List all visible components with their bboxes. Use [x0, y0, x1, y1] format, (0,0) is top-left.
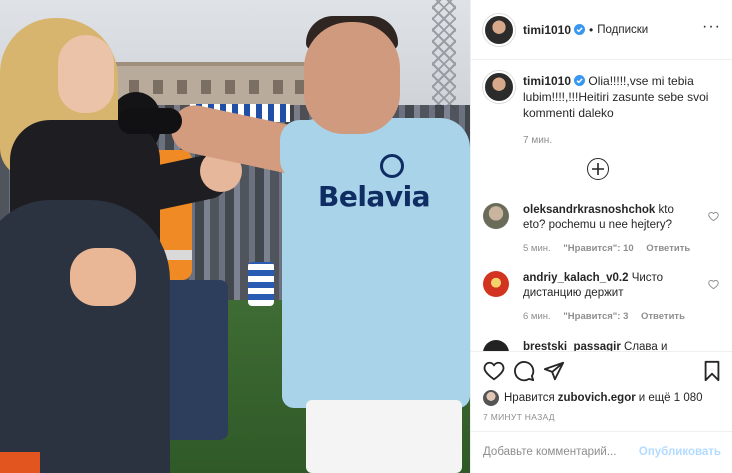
- photo-fan-scarf: [248, 262, 274, 306]
- comment-meta: 6 мин. "Нравится": 3 Ответить: [523, 311, 695, 322]
- post-actions: Нравится zubovich.egor и ещё 1 080 7 МИН…: [471, 351, 732, 431]
- comments-list[interactable]: timi1010 Olia!!!!!,vse mi tebia lubim!!!…: [471, 61, 732, 351]
- comment-text: andriy_kalach_v0.2 Чисто дистанцию держи…: [523, 271, 699, 301]
- load-more-comments-button[interactable]: [587, 158, 609, 180]
- action-icons: [483, 360, 723, 384]
- comment-likes[interactable]: "Нравится": 3: [563, 311, 628, 322]
- photo-player-head: [304, 22, 400, 134]
- photo-club-crest: [380, 154, 404, 178]
- liker-avatar[interactable]: [483, 390, 499, 406]
- commenter-avatar[interactable]: [483, 340, 509, 351]
- comment-username[interactable]: andriy_kalach_v0.2: [523, 272, 629, 284]
- comment-username[interactable]: oleksandrkrasnoshchok: [523, 204, 655, 216]
- bookmark-icon[interactable]: [701, 360, 723, 382]
- likes-count[interactable]: и ещё 1 080: [639, 392, 703, 404]
- comment-icon[interactable]: [513, 360, 535, 382]
- verified-icon: [574, 24, 586, 35]
- comment-text: oleksandrkrasnoshchok kto eto? pochemu u…: [523, 203, 699, 233]
- header-separator: •: [589, 22, 594, 37]
- following-button[interactable]: Подписки: [597, 24, 648, 36]
- post-side-panel: timi1010 • Подписки ··· timi1010 Olia!!!…: [470, 0, 732, 473]
- likes-prefix: Нравится: [504, 392, 555, 404]
- commenter-avatar[interactable]: [483, 203, 509, 229]
- photo-shirt-sponsor: Belavia: [318, 180, 431, 213]
- caption-avatar[interactable]: [483, 71, 515, 103]
- reply-button[interactable]: Ответить: [641, 311, 685, 322]
- comment-username[interactable]: brestski_passagir: [523, 341, 621, 351]
- photo-fan-fist: [70, 248, 136, 306]
- post-timestamp: 7 МИНУТ НАЗАД: [483, 412, 555, 422]
- heart-icon[interactable]: [483, 360, 505, 382]
- share-icon[interactable]: [543, 360, 565, 382]
- publish-button[interactable]: Опубликовать: [639, 446, 721, 458]
- photo-woman-face: [58, 35, 114, 113]
- comment-input[interactable]: Добавьте комментарий...: [483, 446, 616, 458]
- comment-meta: 5 мин. "Нравится": 10 Ответить: [523, 243, 700, 254]
- comment-time: 6 мин.: [523, 311, 551, 322]
- liker-username[interactable]: zubovich.egor: [558, 392, 636, 404]
- post-photo[interactable]: Belavia: [0, 0, 470, 473]
- comment-heart-icon[interactable]: [708, 279, 719, 290]
- comment-likes[interactable]: "Нравится": 10: [563, 243, 633, 254]
- photo-player-shorts: [306, 400, 462, 473]
- caption-time: 7 мин.: [523, 135, 553, 146]
- comment-text: brestski_passagir Слава и Жыве!: [523, 340, 699, 351]
- commenter-avatar[interactable]: [483, 271, 509, 297]
- author-avatar[interactable]: [483, 13, 515, 46]
- instagram-post: Belavia timi1010 • Подписки ··· timi1010…: [0, 0, 732, 473]
- photo-fan-jacket: [0, 200, 170, 473]
- plus-circle-icon: [592, 163, 604, 175]
- verified-icon: [574, 75, 586, 86]
- comment-heart-icon[interactable]: [708, 211, 719, 222]
- reply-button[interactable]: Ответить: [646, 243, 690, 254]
- likes-summary: Нравится zubovich.egor и ещё 1 080: [483, 390, 703, 406]
- more-options-icon[interactable]: ···: [702, 18, 721, 36]
- photo-glove: [118, 108, 182, 134]
- post-header: timi1010 • Подписки ···: [471, 0, 732, 60]
- photo-fan-orange: [0, 452, 40, 473]
- caption-username[interactable]: timi1010: [523, 74, 571, 88]
- photo-floodlight-tower: [432, 0, 456, 110]
- author-username[interactable]: timi1010: [523, 23, 571, 37]
- add-comment-bar: Добавьте комментарий... Опубликовать: [471, 431, 732, 473]
- comment-time: 5 мин.: [523, 243, 551, 254]
- caption-text: timi1010 Olia!!!!!,vse mi tebia lubim!!!…: [523, 73, 723, 121]
